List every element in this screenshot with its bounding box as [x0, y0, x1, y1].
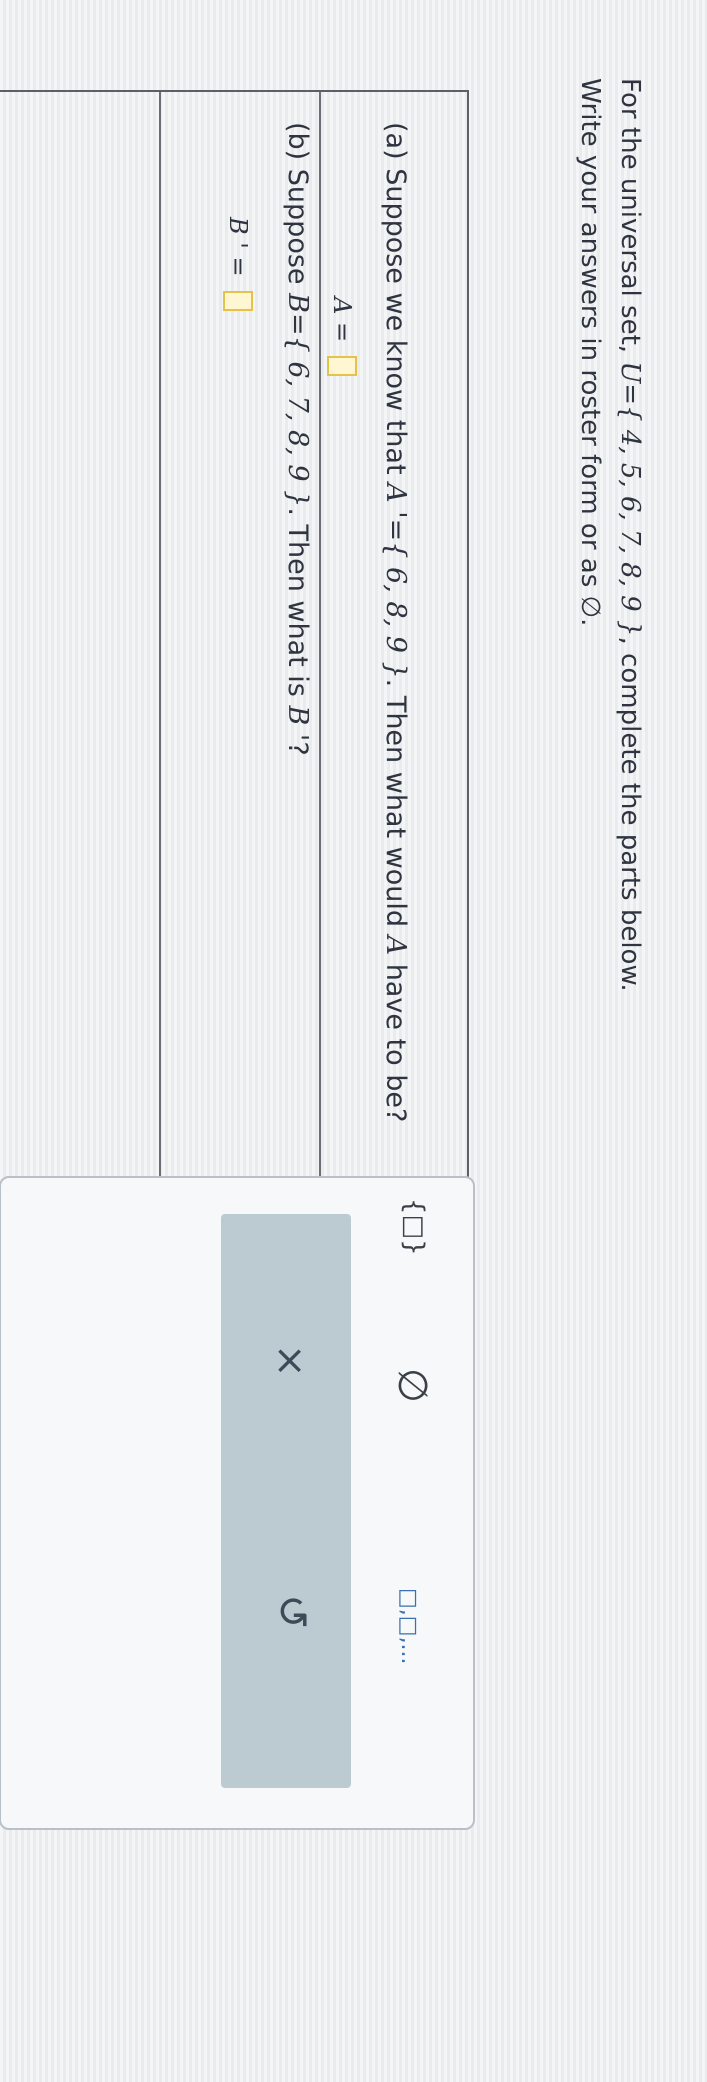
part-a-prefix: (a) Suppose we know that — [380, 122, 411, 475]
intro-suffix: , complete the parts below. — [615, 636, 645, 992]
part-a-question: (a) Suppose we know that A '={ 6, 8, 9 }… — [380, 122, 411, 1122]
undo-icon[interactable]: ↺ — [268, 1594, 317, 1629]
part-b-suffix: ? — [282, 741, 313, 756]
part-a-middle: . Then what would — [380, 678, 411, 927]
part-a: (a) Suppose we know that A '={ 6, 8, 9 }… — [319, 92, 467, 1256]
part-b-set: B={ 6, 7, 8, 9 } — [282, 293, 313, 508]
part-a-answer-row: A = — [327, 297, 357, 377]
part-b-answer-row: B ' = — [223, 217, 253, 311]
question-panel: (a) Suppose we know that A '={ 6, 8, 9 }… — [0, 90, 469, 1258]
part-b-question: (b) Suppose B={ 6, 7, 8, 9 }. Then what … — [282, 122, 313, 756]
part-b-answer-label: B ' = — [224, 217, 252, 277]
part-b-var: B ' — [282, 705, 313, 742]
part-b-prefix: (b) Suppose — [282, 122, 313, 285]
intro-prefix: For the universal set, — [615, 78, 645, 354]
list-template-icon[interactable]: □,□,... — [396, 1588, 421, 1665]
action-bar: × ↺ — [221, 1214, 351, 1788]
part-a-answer-input[interactable] — [327, 356, 357, 377]
page-frame: For the universal set, U={ 4, 5, 6, 7, 8… — [0, 0, 707, 2082]
part-a-answer-label: A = — [328, 297, 356, 343]
intro-line-1: For the universal set, U={ 4, 5, 6, 7, 8… — [613, 78, 647, 992]
part-a-var: A — [380, 935, 411, 956]
part-b: (b) Suppose B={ 6, 7, 8, 9 }. Then what … — [159, 92, 321, 1256]
clear-icon[interactable]: × — [267, 1344, 313, 1378]
intro-line-2: Write your answers in roster form or as … — [575, 78, 605, 627]
part-a-suffix: have to be? — [380, 963, 411, 1123]
universal-set: U={ 4, 5, 6, 7, 8, 9 } — [615, 361, 645, 637]
set-braces-icon[interactable]: {□} — [399, 1198, 429, 1256]
math-toolbox: {□} ∅ □,□,... × ↺ — [0, 1176, 475, 1830]
empty-set-icon[interactable]: ∅ — [389, 1368, 435, 1403]
part-b-middle: . Then what is — [282, 507, 313, 697]
part-a-set: A '={ 6, 8, 9 } — [380, 483, 411, 679]
part-b-answer-input[interactable] — [223, 290, 253, 311]
